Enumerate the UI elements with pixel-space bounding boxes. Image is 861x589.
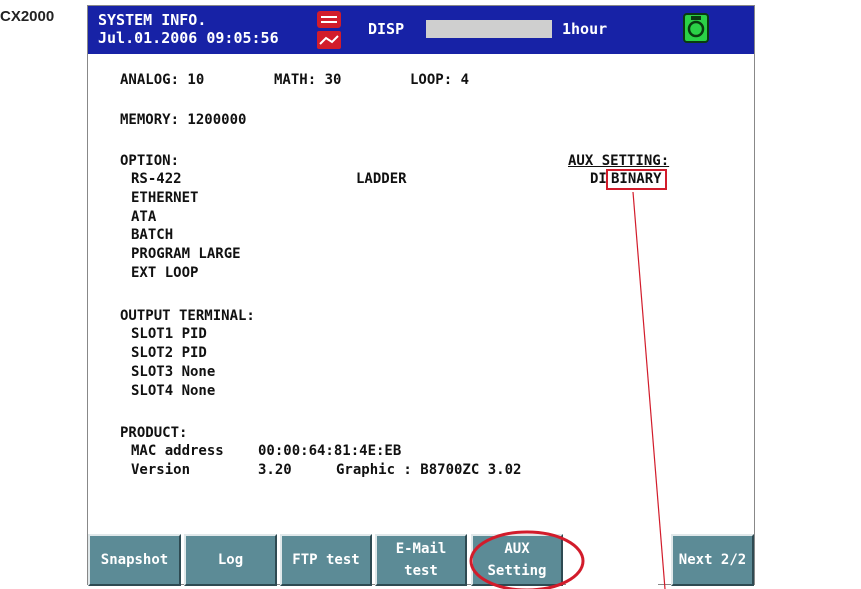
aux-setting-highlight-ellipse <box>469 530 585 589</box>
callout-leader-line <box>632 191 666 589</box>
callout-annotation <box>469 191 666 589</box>
